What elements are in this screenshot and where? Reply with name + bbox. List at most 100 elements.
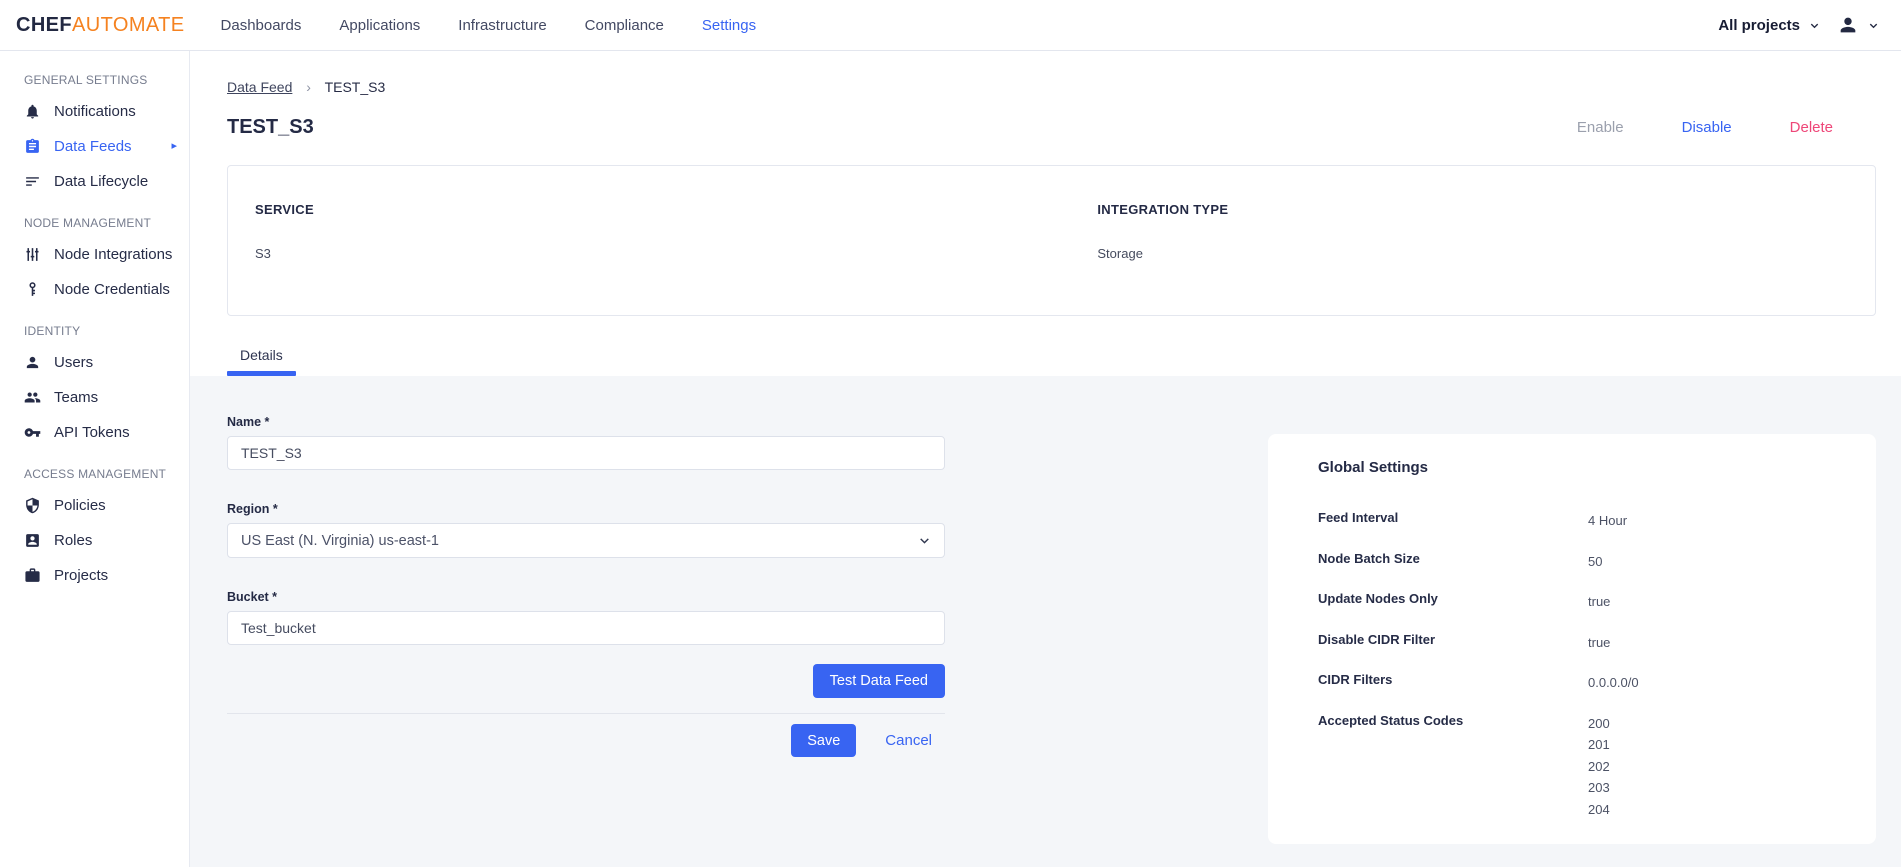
setting-value: 0.0.0.0/0: [1588, 675, 1639, 690]
nav-applications[interactable]: Applications: [339, 17, 420, 34]
sidebar-section-general-settings: GENERAL SETTINGS: [24, 73, 148, 87]
bucket-input[interactable]: [227, 611, 945, 645]
disable-button[interactable]: Disable: [1682, 119, 1732, 136]
setting-row-update-nodes-only: Update Nodes Only true: [1318, 591, 1846, 613]
clipboard-icon: [24, 138, 41, 155]
sidebar-item-users[interactable]: Users: [0, 345, 189, 380]
chevron-down-icon: [918, 534, 931, 547]
global-settings-card: Global Settings Feed Interval 4 Hour Nod…: [1268, 434, 1876, 844]
sidebar-item-label: API Tokens: [54, 424, 130, 441]
user-avatar-icon[interactable]: [1837, 14, 1859, 36]
users-icon: [24, 389, 41, 406]
service-label: SERVICE: [255, 202, 314, 217]
sidebar-section-node-management: NODE MANAGEMENT: [24, 216, 152, 230]
bell-icon: [24, 103, 41, 120]
details-panel: Name * Region * US East (N. Virginia) us…: [190, 376, 1901, 867]
name-field-label: Name *: [227, 415, 270, 429]
bucket-field-label: Bucket *: [227, 590, 278, 604]
page-title: TEST_S3: [227, 116, 314, 138]
sidebar-item-data-feeds[interactable]: Data Feeds ▸: [0, 129, 189, 164]
sidebar-section-access-management: ACCESS MANAGEMENT: [24, 467, 167, 481]
topbar-right: All projects: [1718, 14, 1879, 36]
global-settings-column: Global Settings Feed Interval 4 Hour Nod…: [1268, 415, 1876, 867]
sidebar-item-label: Projects: [54, 567, 109, 584]
status-code: 201: [1588, 737, 1610, 752]
enable-button[interactable]: Enable: [1577, 119, 1624, 136]
setting-label: CIDR Filters: [1318, 672, 1393, 687]
logo-chef-text: CHEF: [16, 13, 73, 36]
setting-row-accepted-status-codes: Accepted Status Codes 200 201 202 203 20…: [1318, 713, 1846, 821]
list-icon: [24, 173, 41, 190]
setting-value-list: 200 201 202 203 204: [1588, 713, 1610, 821]
tab-bar: Details: [227, 337, 1876, 376]
feed-summary-card: SERVICE S3 INTEGRATION TYPE Storage: [227, 165, 1876, 316]
save-button[interactable]: Save: [791, 724, 857, 757]
projects-filter-button[interactable]: All projects: [1718, 17, 1800, 34]
briefcase-icon: [24, 567, 41, 584]
expand-arrow-icon[interactable]: ▸: [171, 141, 177, 152]
nav-settings[interactable]: Settings: [702, 17, 756, 34]
primary-nav: Dashboards Applications Infrastructure C…: [221, 17, 757, 34]
sidebar-item-node-integrations[interactable]: Node Integrations: [0, 237, 189, 272]
integration-type-value: Storage: [1097, 246, 1143, 261]
sidebar-section-identity: IDENTITY: [24, 324, 81, 338]
nav-compliance[interactable]: Compliance: [585, 17, 664, 34]
test-data-feed-button[interactable]: Test Data Feed: [812, 664, 945, 698]
badge-icon: [24, 532, 41, 549]
status-code: 203: [1588, 780, 1610, 795]
summary-integration-column: INTEGRATION TYPE Storage: [1097, 202, 1875, 315]
setting-row-node-batch-size: Node Batch Size 50: [1318, 551, 1846, 573]
setting-row-disable-cidr-filter: Disable CIDR Filter true: [1318, 632, 1846, 654]
chevron-down-icon[interactable]: [1868, 20, 1879, 31]
sidebar-item-roles[interactable]: Roles: [0, 523, 189, 558]
header-actions: Enable Disable Delete: [1577, 119, 1876, 136]
top-navigation-bar: CHEFAUTOMATE Dashboards Applications Inf…: [0, 0, 1901, 51]
sidebar-item-teams[interactable]: Teams: [0, 380, 189, 415]
region-selected-value: US East (N. Virginia) us-east-1: [241, 532, 439, 549]
chef-automate-logo: CHEFAUTOMATE: [16, 14, 185, 37]
setting-label: Accepted Status Codes: [1318, 712, 1464, 728]
setting-label: Feed Interval: [1318, 510, 1399, 525]
sidebar-item-label: Notifications: [54, 103, 136, 120]
sidebar-item-node-credentials[interactable]: Node Credentials: [0, 272, 189, 307]
main-content: Data Feed › TEST_S3 TEST_S3 Enable Disab…: [190, 51, 1901, 867]
sidebar-item-policies[interactable]: Policies: [0, 488, 189, 523]
setting-row-feed-interval: Feed Interval 4 Hour: [1318, 510, 1846, 532]
breadcrumb-separator: ›: [306, 79, 311, 95]
cancel-link[interactable]: Cancel: [885, 732, 932, 749]
setting-label: Disable CIDR Filter: [1318, 631, 1436, 647]
status-code: 200: [1588, 715, 1610, 731]
tab-details[interactable]: Details: [227, 337, 296, 376]
breadcrumb-current: TEST_S3: [324, 79, 386, 95]
name-input[interactable]: [227, 436, 945, 470]
sidebar-item-label: Roles: [54, 532, 93, 549]
nav-infrastructure[interactable]: Infrastructure: [458, 17, 546, 34]
setting-value: true: [1588, 634, 1611, 650]
integration-type-label: INTEGRATION TYPE: [1097, 202, 1229, 217]
sidebar-item-label: Policies: [54, 497, 106, 514]
sidebar-item-label: Data Lifecycle: [54, 173, 149, 190]
sidebar-item-api-tokens[interactable]: API Tokens: [0, 415, 189, 450]
status-code: 204: [1588, 801, 1610, 817]
form-divider: [227, 713, 945, 714]
setting-value: 4 Hour: [1588, 513, 1628, 528]
chevron-down-icon[interactable]: [1809, 20, 1820, 31]
sidebar-item-label: Node Integrations: [54, 246, 173, 263]
delete-button[interactable]: Delete: [1790, 119, 1833, 136]
setting-row-cidr-filters: CIDR Filters 0.0.0.0/0: [1318, 672, 1846, 694]
data-feed-form: Name * Region * US East (N. Virginia) us…: [227, 415, 945, 757]
settings-sidebar: GENERAL SETTINGS Notifications Data Feed…: [0, 51, 190, 867]
sliders-icon: [24, 246, 41, 263]
setting-label: Node Batch Size: [1318, 550, 1420, 566]
sidebar-item-projects[interactable]: Projects: [0, 558, 189, 593]
summary-service-column: SERVICE S3: [255, 202, 1097, 315]
region-select[interactable]: US East (N. Virginia) us-east-1: [227, 523, 945, 558]
logo-automate-text: AUTOMATE: [72, 13, 185, 36]
setting-value: 50: [1588, 553, 1603, 569]
shield-icon: [24, 497, 41, 514]
global-settings-title: Global Settings: [1318, 459, 1429, 476]
breadcrumb-data-feed-link[interactable]: Data Feed: [227, 79, 292, 95]
sidebar-item-data-lifecycle[interactable]: Data Lifecycle: [0, 164, 189, 199]
nav-dashboards[interactable]: Dashboards: [221, 17, 302, 34]
sidebar-item-notifications[interactable]: Notifications: [0, 94, 189, 129]
